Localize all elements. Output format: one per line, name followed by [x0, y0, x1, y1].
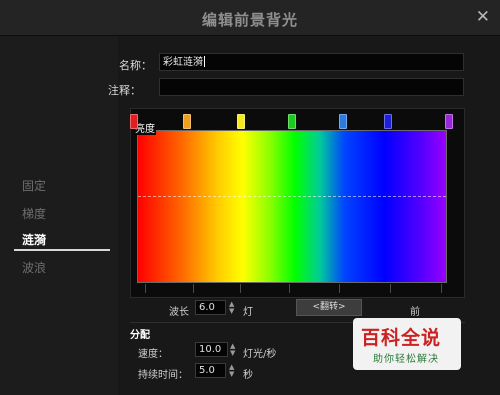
scale-tick — [145, 284, 146, 293]
color-stop-yellow[interactable] — [237, 114, 245, 129]
color-stop-red[interactable] — [130, 114, 138, 129]
sidebar-item-gradient[interactable]: 梯度 — [22, 205, 46, 222]
color-stop-blue[interactable] — [384, 114, 392, 129]
speed-stepper[interactable]: ▲ ▼ — [230, 343, 235, 357]
duration-input[interactable]: 5.0 — [195, 363, 226, 378]
sidebar-item-fixed[interactable]: 固定 — [22, 177, 46, 194]
direction-label: 前 — [410, 307, 420, 318]
scale-tick — [289, 284, 290, 293]
duration-unit: 秒 — [243, 370, 253, 381]
speed-unit: 灯光/秒 — [243, 349, 277, 360]
duration-stepper[interactable]: ▲ ▼ — [229, 364, 234, 378]
scale-tick — [441, 284, 442, 293]
color-stop-purple[interactable] — [445, 114, 453, 129]
name-field[interactable]: 彩虹涟漪 — [159, 53, 464, 71]
color-stop-green[interactable] — [288, 114, 296, 129]
close-icon[interactable]: ✕ — [476, 8, 490, 26]
wavelength-unit: 灯 — [243, 307, 253, 318]
color-stop-light-blue[interactable] — [339, 114, 347, 129]
name-label: 名称： — [119, 59, 152, 72]
scale-tick — [390, 284, 391, 293]
title-bar: 编辑前景背光 ✕ — [0, 0, 500, 36]
active-item-underline — [14, 249, 110, 251]
effect-type-sidebar — [0, 37, 118, 395]
speed-input[interactable]: 10.0 — [195, 342, 228, 357]
scale-tick — [339, 284, 340, 293]
rainbow-gradient-preview[interactable] — [137, 130, 447, 283]
note-field[interactable] — [159, 78, 464, 96]
color-stop-orange[interactable] — [183, 114, 191, 129]
watermark-logo: 百科全说 助你轻松解决 — [353, 318, 461, 370]
scale-tick — [240, 284, 241, 293]
name-value: 彩虹涟漪 — [163, 57, 203, 68]
duration-label: 持续时间： — [138, 370, 188, 381]
watermark-sub-text: 助你轻松解决 — [373, 354, 439, 365]
note-label: 注释： — [108, 84, 141, 97]
text-caret — [204, 56, 205, 67]
wavelength-input[interactable]: 6.0 — [195, 300, 226, 315]
wavelength-label: 波长 — [169, 307, 189, 318]
sidebar-item-wave[interactable]: 波浪 — [22, 259, 46, 276]
scale-tick — [193, 284, 194, 293]
speed-label: 速度： — [138, 349, 168, 360]
window-title: 编辑前景背光 — [201, 11, 298, 29]
watermark-main-text: 百科全说 — [361, 327, 442, 349]
distribution-section-title: 分配 — [130, 330, 150, 341]
flip-button[interactable]: <翻转> — [296, 299, 362, 316]
wavelength-stepper[interactable]: ▲ ▼ — [229, 301, 234, 315]
brightness-dashed-line[interactable] — [138, 196, 446, 197]
sidebar-item-ripple[interactable]: 涟漪 — [22, 231, 46, 248]
